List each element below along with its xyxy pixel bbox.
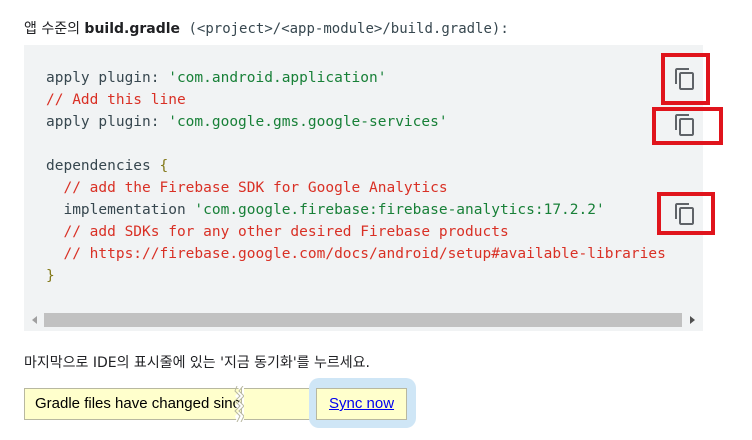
- code-token: // https://firebase.google.com/docs/andr…: [46, 246, 666, 262]
- code-line: dependencies {: [46, 155, 666, 177]
- code-token: // add SDKs for any other desired Fireba…: [46, 224, 509, 240]
- notification-message: Gradle files have changed since last pro…: [35, 395, 241, 412]
- code-line: // add the Firebase SDK for Google Analy…: [46, 177, 666, 199]
- scroll-left-arrow-icon[interactable]: [32, 316, 37, 324]
- code-token: {: [159, 158, 169, 174]
- code-token: 'com.google.gms.google-services': [168, 114, 448, 130]
- code-content: apply plugin: 'com.android.application' /…: [46, 67, 666, 287]
- horizontal-scrollbar[interactable]: [24, 311, 703, 331]
- intro-path: (<project>/<app-module>/build.gradle):: [180, 21, 509, 37]
- copy-button-1[interactable]: [664, 60, 706, 98]
- code-line: // https://firebase.google.com/docs/andr…: [46, 243, 666, 265]
- code-token: dependencies: [46, 158, 160, 174]
- copy-icon: [675, 114, 694, 136]
- code-token: // Add this line: [46, 92, 186, 108]
- copy-button-2[interactable]: [664, 106, 706, 144]
- sync-now-link[interactable]: Sync now: [329, 394, 394, 414]
- intro-filename: build.gradle: [84, 21, 181, 37]
- scrollbar-thumb[interactable]: [44, 313, 682, 327]
- code-token: apply plugin:: [46, 70, 169, 86]
- intro-text: 앱 수준의 build.gradle (<project>/<app-modul…: [24, 19, 509, 39]
- outro-text: 마지막으로 IDE의 표시줄에 있는 '지금 동기화'를 누르세요.: [24, 355, 370, 371]
- code-token: implementation: [46, 202, 195, 218]
- copy-icon: [675, 203, 694, 225]
- code-token: // add the Firebase SDK for Google Analy…: [46, 180, 448, 196]
- code-line: // add SDKs for any other desired Fireba…: [46, 221, 666, 243]
- code-token: 'com.google.firebase:firebase-analytics:…: [194, 202, 605, 218]
- code-token: apply plugin:: [46, 114, 169, 130]
- copy-button-3[interactable]: [664, 195, 706, 233]
- gradle-notification: Gradle files have changed since last pro…: [24, 388, 242, 420]
- copy-icon: [675, 68, 694, 90]
- code-line: implementation 'com.google.firebase:fire…: [46, 199, 666, 221]
- intro-prefix: 앱 수준의: [24, 21, 85, 37]
- code-line: }: [46, 265, 666, 287]
- code-line: apply plugin: 'com.google.gms.google-ser…: [46, 111, 666, 133]
- code-token: }: [46, 268, 55, 284]
- code-block: apply plugin: 'com.android.application' /…: [24, 45, 703, 331]
- code-line: apply plugin: 'com.android.application': [46, 67, 666, 89]
- scroll-right-arrow-icon[interactable]: [690, 316, 695, 324]
- code-token: 'com.android.application': [168, 70, 387, 86]
- code-line: // Add this line: [46, 89, 666, 111]
